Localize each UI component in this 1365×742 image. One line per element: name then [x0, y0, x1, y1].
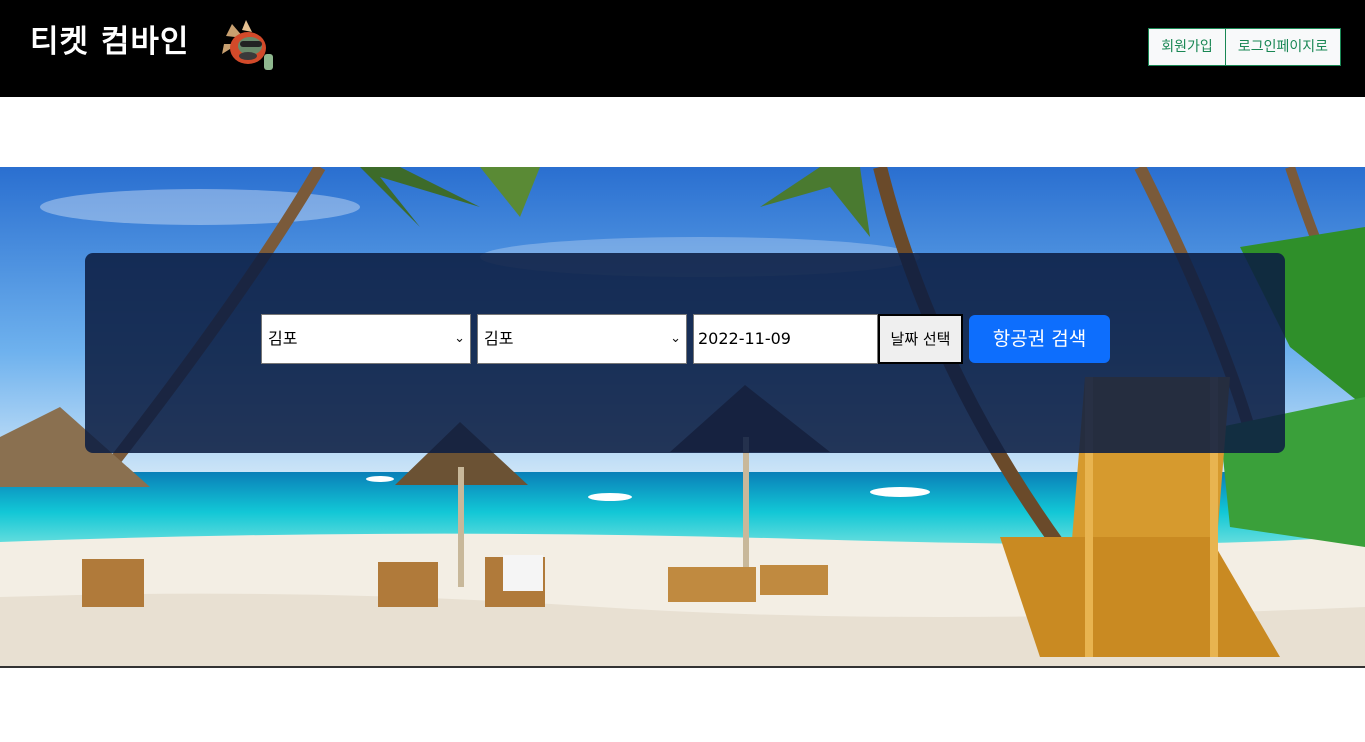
top-header: 티켓 컴바인 회원가입 로그인페이지로 — [0, 0, 1365, 97]
search-panel: 김포 ⌄ 김포 ⌄ 2022-11-09 날짜 선택 항공권 검색 — [85, 253, 1285, 453]
login-page-button[interactable]: 로그인페이지로 — [1224, 28, 1341, 66]
date-select-button[interactable]: 날짜 선택 — [878, 314, 963, 364]
destination-select[interactable]: 김포 ⌄ — [477, 314, 687, 364]
flight-search-form: 김포 ⌄ 김포 ⌄ 2022-11-09 날짜 선택 항공권 검색 — [261, 314, 1110, 364]
origin-select[interactable]: 김포 ⌄ — [261, 314, 471, 364]
date-input[interactable]: 2022-11-09 — [693, 314, 878, 364]
destination-select-value: 김포 — [484, 329, 514, 348]
origin-select-value: 김포 — [268, 329, 298, 348]
signup-button[interactable]: 회원가입 — [1148, 28, 1226, 66]
chevron-down-icon: ⌄ — [670, 331, 681, 346]
mascot-logo-icon — [214, 16, 278, 72]
chevron-down-icon: ⌄ — [454, 331, 465, 346]
flight-search-button[interactable]: 항공권 검색 — [969, 315, 1110, 363]
auth-buttons: 회원가입 로그인페이지로 — [1148, 28, 1341, 66]
hero-banner: 김포 ⌄ 김포 ⌄ 2022-11-09 날짜 선택 항공권 검색 — [0, 167, 1365, 668]
site-brand[interactable]: 티켓 컴바인 — [30, 20, 189, 64]
